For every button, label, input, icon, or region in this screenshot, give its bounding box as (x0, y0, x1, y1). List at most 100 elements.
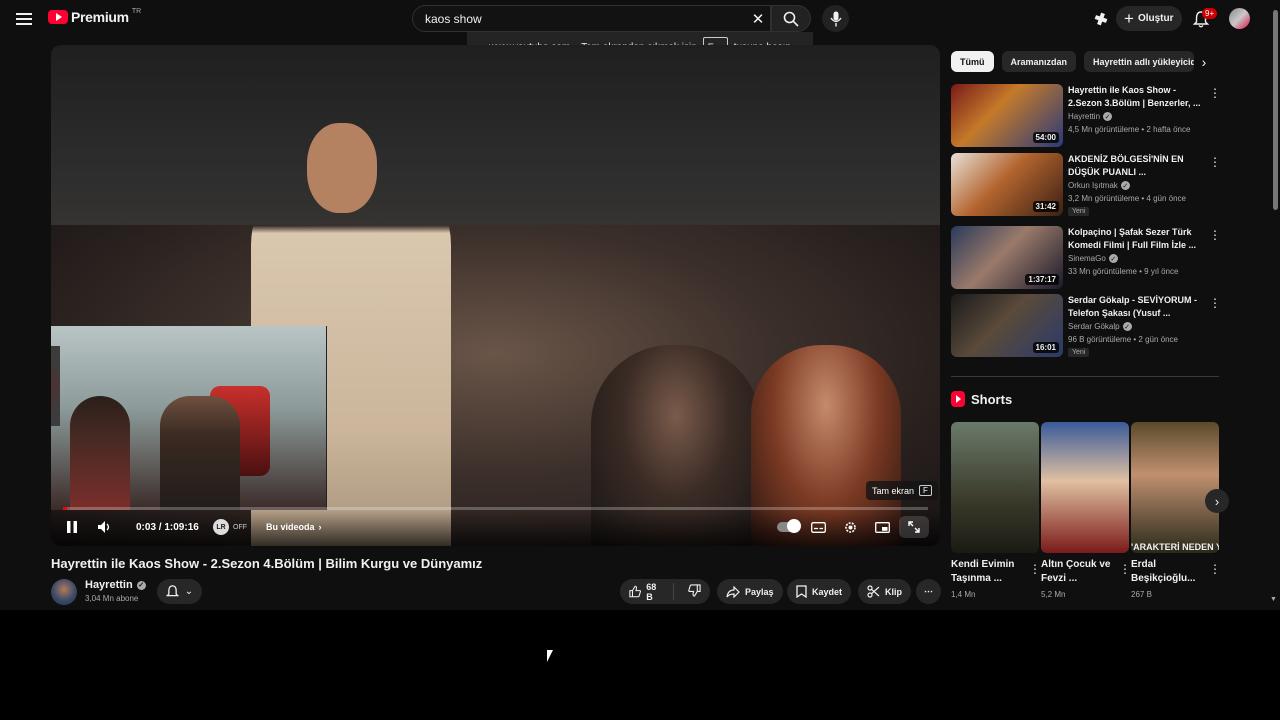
scroll-down-icon[interactable]: ▼ (1270, 596, 1277, 603)
exit-fullscreen-icon[interactable] (899, 516, 929, 538)
chip-all[interactable]: Tümü (951, 51, 994, 72)
clip-button[interactable]: Klip (858, 579, 911, 604)
shorts-next-icon[interactable]: › (1205, 489, 1229, 513)
streamer-left (70, 396, 130, 510)
more-vert-icon[interactable]: ⋮ (1209, 155, 1221, 169)
short-item[interactable]: 'ARAKTERİ NEDEN Y Erdal Beşikçioğlu... 2… (1131, 422, 1221, 599)
duration-badge: 16:01 (1032, 342, 1059, 353)
lr-toggle[interactable]: LR OFF (213, 516, 247, 538)
short-thumbnail[interactable] (951, 422, 1039, 553)
chapter-chip[interactable]: Bu videoda › (266, 516, 322, 538)
extension-icon[interactable] (1091, 9, 1111, 29)
time-display: 0:03 / 1:09:16 (136, 521, 199, 533)
chips-next-icon[interactable]: › (1193, 51, 1215, 72)
verified-check-icon: ✓ (136, 580, 146, 590)
autoplay-switch (777, 519, 801, 533)
dislike-button[interactable] (679, 584, 710, 599)
more-actions-button[interactable]: ⋯ (916, 579, 941, 604)
more-vert-icon[interactable]: ⋮ (1029, 562, 1041, 576)
verified-check-icon: ✓ (1122, 322, 1132, 331)
autoplay-toggle[interactable] (777, 516, 801, 538)
short-overlay-text: 'ARAKTERİ NEDEN Y (1131, 542, 1219, 552)
settings-gear-icon[interactable] (841, 516, 859, 538)
channel-name[interactable]: Hayrettin ✓ (85, 579, 146, 591)
wall-art (51, 346, 60, 426)
page-scrollbar[interactable] (1270, 0, 1280, 605)
recommendation-channel: Hayrettin ✓ (1068, 112, 1113, 121)
short-item[interactable]: Kendi Evimin Taşınma ... 1,4 Mn ⋮ (951, 422, 1041, 599)
shorts-heading-label: Shorts (971, 391, 1013, 407)
recommendation-meta: 3,2 Mn görüntüleme • 4 gün önce (1068, 194, 1186, 203)
recommendation-channel: SinemaGo ✓ (1068, 254, 1118, 263)
create-button[interactable]: + Oluştur (1116, 6, 1182, 31)
duration-badge: 1:37:17 (1025, 274, 1059, 285)
recommendation-item[interactable]: 31:42 AKDENİZ BÖLGESİ'NİN EN DÜŞÜK PUANL… (951, 153, 1231, 217)
recommendation-channel-name: SinemaGo (1068, 254, 1106, 263)
voice-search-button[interactable] (822, 5, 849, 32)
scrollbar-thumb[interactable] (1273, 10, 1278, 210)
search-icon (783, 11, 799, 27)
youtube-logo-icon (48, 10, 68, 24)
subscription-bell-button[interactable]: ⌄ (157, 579, 202, 604)
recommendation-item[interactable]: 1:37:17 Kolpaçino | Şafak Sezer Türk Kom… (951, 226, 1231, 290)
recommendation-title[interactable]: Serdar Gökalp - SEVİYORUM - Telefon Şaka… (1068, 294, 1203, 320)
scissors-icon (867, 585, 880, 598)
like-count: 68 B (646, 581, 657, 602)
hamburger-menu-icon[interactable] (12, 8, 36, 30)
verified-check-icon: ✓ (1103, 112, 1113, 121)
recommendation-meta: 96 B görüntüleme • 2 gün önce (1068, 335, 1178, 344)
share-button[interactable]: Paylaş (717, 579, 783, 604)
recommendation-meta: 4,5 Mn görüntüleme • 2 hafta önce (1068, 125, 1191, 134)
lr-state: OFF (233, 523, 247, 531)
recommendation-item[interactable]: 16:01 Serdar Gökalp - SEVİYORUM - Telefo… (951, 294, 1231, 358)
video-thumbnail[interactable]: 16:01 (951, 294, 1063, 357)
pause-icon[interactable] (65, 516, 79, 538)
video-thumbnail[interactable]: 1:37:17 (951, 226, 1063, 289)
short-thumbnail[interactable] (1131, 422, 1219, 553)
recommendation-title[interactable]: Kolpaçino | Şafak Sezer Türk Komedi Film… (1068, 226, 1203, 252)
more-vert-icon[interactable]: ⋮ (1119, 562, 1131, 576)
recommendation-title[interactable]: AKDENİZ BÖLGESİ'NİN EN DÜŞÜK PUANLI ... (1068, 153, 1203, 179)
webcam-overlay (51, 326, 327, 510)
plus-icon: + (1124, 9, 1134, 28)
streamer-right (160, 396, 240, 510)
more-vert-icon[interactable]: ⋮ (1209, 562, 1221, 576)
bell-icon (165, 584, 179, 596)
more-vert-icon[interactable]: ⋮ (1209, 296, 1221, 310)
miniplayer-icon[interactable] (873, 516, 891, 538)
more-vert-icon[interactable]: ⋮ (1209, 228, 1221, 242)
more-horizontal-icon: ⋯ (924, 586, 933, 596)
volume-icon[interactable] (97, 516, 113, 538)
clear-search-icon[interactable]: ✕ (748, 9, 768, 29)
fullscreen-tooltip: Tam ekran F (866, 481, 938, 500)
short-title[interactable]: Erdal Beşikçioğlu... (1131, 558, 1209, 586)
account-avatar[interactable] (1229, 8, 1250, 29)
recommendation-title[interactable]: Hayrettin ile Kaos Show - 2.Sezon 3.Bölü… (1068, 84, 1203, 110)
search-button[interactable] (771, 5, 811, 32)
chip-uploader[interactable]: Hayrettin adlı yükleyicid (1084, 51, 1195, 72)
short-thumbnail[interactable] (1041, 422, 1129, 553)
channel-avatar[interactable] (51, 579, 77, 605)
fullscreen-key: F (919, 485, 932, 496)
youtube-premium-logo[interactable]: Premium TR (48, 8, 141, 25)
short-views: 267 B (1131, 590, 1152, 599)
search-input[interactable]: kaos show (412, 5, 771, 32)
video-player[interactable]: Tam ekran F 0:03 / 1:09:16 LR OFF Bu vid… (51, 45, 940, 546)
short-title[interactable]: Altın Çocuk ve Fevzi ... (1041, 558, 1119, 586)
subtitles-icon[interactable] (809, 516, 827, 538)
save-button[interactable]: Kaydet (787, 579, 852, 604)
like-button[interactable]: 68 B (620, 581, 674, 602)
short-item[interactable]: Altın Çocuk ve Fevzi ... 5,2 Mn ⋮ (1041, 422, 1131, 599)
chip-from-search[interactable]: Aramanızdan (1001, 51, 1077, 72)
video-thumbnail[interactable]: 31:42 (951, 153, 1063, 216)
short-title[interactable]: Kendi Evimin Taşınma ... (951, 558, 1029, 586)
video-thumbnail[interactable]: 54:00 (951, 84, 1063, 147)
recommendation-item[interactable]: 54:00 Hayrettin ile Kaos Show - 2.Sezon … (951, 84, 1231, 148)
more-vert-icon[interactable]: ⋮ (1209, 86, 1221, 100)
clip-label: Klip (885, 586, 902, 597)
progress-bar[interactable] (63, 507, 928, 510)
recommendation-channel-name: Serdar Gökalp (1068, 322, 1120, 331)
chapter-chip-label: Bu videoda (266, 522, 315, 532)
recommendation-channel-name: Orkun Işıtmak (1068, 181, 1118, 190)
share-label: Paylaş (745, 586, 774, 597)
